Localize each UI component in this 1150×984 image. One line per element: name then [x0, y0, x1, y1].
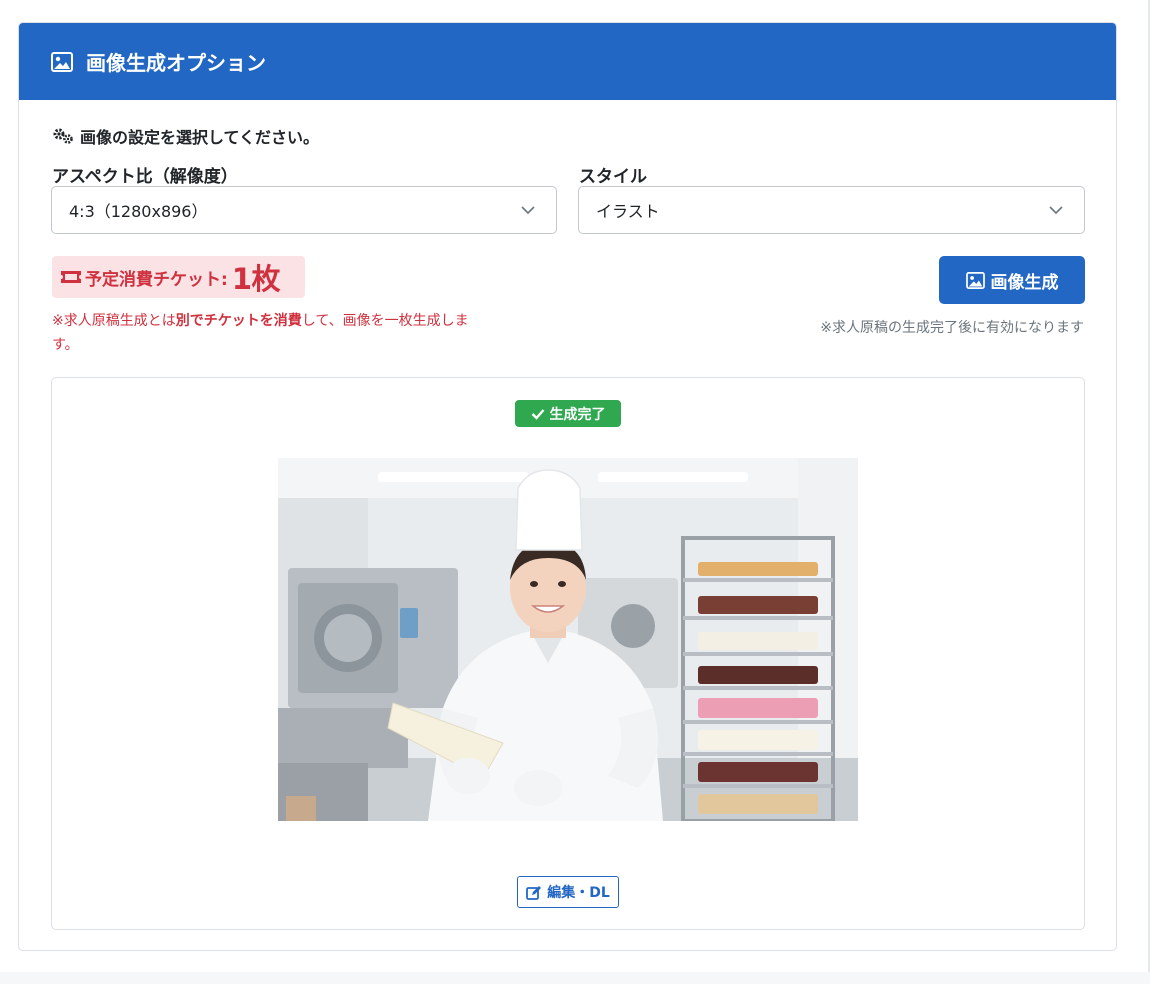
card-title: 画像生成オプション — [86, 51, 266, 75]
style-select[interactable]: イラスト — [578, 186, 1085, 234]
generate-note: ※求人原稿の生成完了後に有効になります — [820, 320, 1084, 336]
ticket-count: 1枚 — [231, 262, 281, 296]
result-panel: 生成完了 編集・DL — [51, 377, 1085, 930]
style-label: スタイル — [579, 167, 647, 187]
ticket-label: 予定消費チケット: — [85, 269, 228, 290]
edit-download-button[interactable]: 編集・DL — [517, 876, 619, 908]
chevron-down-icon — [1049, 206, 1063, 215]
ticket-note-bold: 別でチケットを消費 — [175, 313, 302, 329]
generated-image[interactable] — [278, 458, 858, 821]
image-icon — [51, 51, 73, 72]
intro-label: 画像の設定を選択してください。 — [80, 128, 320, 147]
ticket-icon — [61, 271, 81, 283]
edit-download-label: 編集・DL — [547, 885, 610, 901]
ticket-note: ※求人原稿生成とは別でチケットを消費して、画像を一枚生成します。 — [52, 309, 472, 357]
image-options-card: 画像生成オプション 画像の設定を選択してください。 アスペクト比（解像度） 4:… — [18, 22, 1117, 951]
status-badge-label: 生成完了 — [549, 406, 606, 423]
ticket-cost-badge: 予定消費チケット: 1枚 — [52, 256, 305, 298]
aspect-ratio-label: アスペクト比（解像度） — [52, 167, 238, 187]
edit-icon — [526, 885, 542, 900]
card-header: 画像生成オプション — [19, 23, 1116, 100]
status-badge: 生成完了 — [515, 400, 621, 427]
generate-image-button[interactable]: 画像生成 — [939, 256, 1085, 304]
intro-text: 画像の設定を選択してください。 — [51, 124, 319, 148]
chevron-down-icon — [521, 206, 535, 215]
style-value: イラスト — [596, 202, 660, 221]
check-icon — [531, 408, 544, 420]
card-body: 画像の設定を選択してください。 アスペクト比（解像度） 4:3（1280x896… — [19, 100, 1116, 950]
gears-icon — [53, 128, 73, 144]
generated-image-illustration — [278, 458, 858, 821]
ticket-note-part1: ※求人原稿生成とは — [52, 313, 176, 329]
image-icon — [965, 271, 985, 289]
aspect-ratio-value: 4:3（1280x896） — [69, 202, 208, 221]
aspect-ratio-select[interactable]: 4:3（1280x896） — [51, 186, 557, 234]
generate-button-label: 画像生成 — [990, 272, 1059, 293]
